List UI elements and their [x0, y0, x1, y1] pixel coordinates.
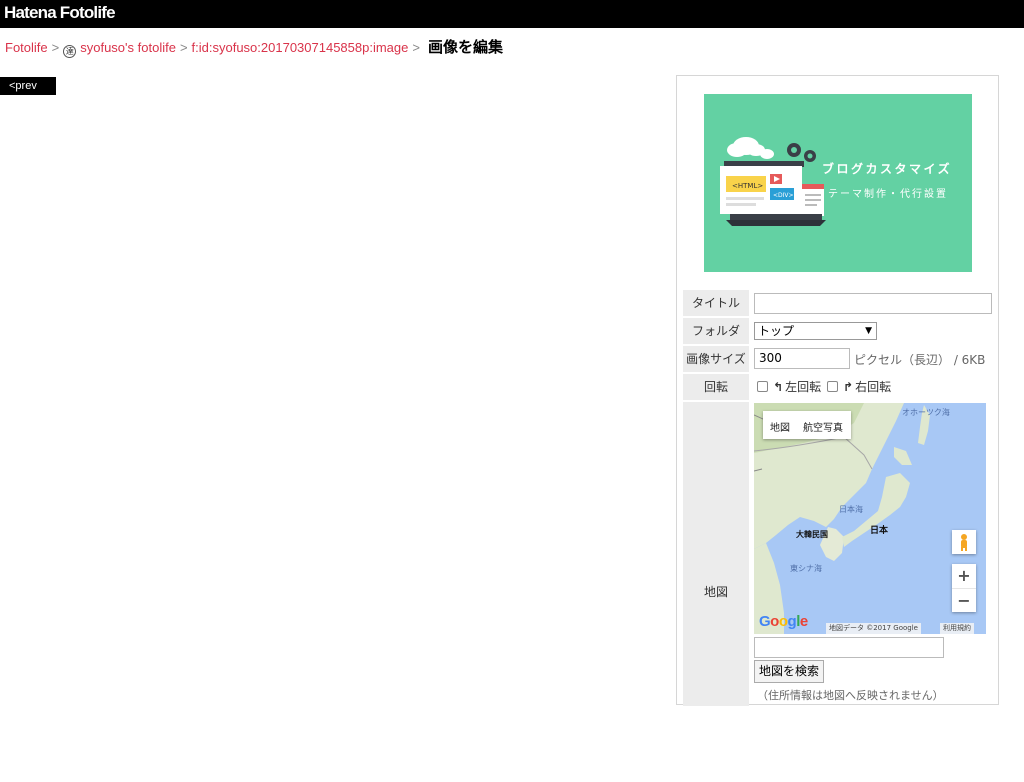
rotate-right-option[interactable]: ↱ 右回転 — [827, 378, 891, 395]
map-label-japan: 日本 — [870, 526, 889, 536]
breadcrumb: Fotolife > 達 syofuso's fotolife > f:id:syofus… — [5, 38, 503, 58]
folder-label: フォルダ — [683, 318, 749, 344]
dropdown-arrow-icon: ▼ — [865, 326, 872, 336]
rotate-left-label: 左回転 — [785, 380, 822, 394]
breadcrumb-fotolife-link[interactable]: Fotolife — [5, 40, 48, 55]
breadcrumb-user-link[interactable]: syofuso's fotolife — [80, 40, 176, 55]
breadcrumb-separator: > — [412, 40, 420, 55]
map-label-japan-sea: 日本海 — [839, 505, 863, 514]
breadcrumb-separator: > — [51, 40, 60, 55]
top-bar: Hatena Fotolife — [0, 0, 1024, 28]
folder-select[interactable]: トップ ▼ — [754, 322, 877, 340]
map-type-toggle[interactable]: 地図 航空写真 — [763, 411, 851, 439]
title-label: タイトル — [683, 290, 749, 316]
map-note-text: （住所情報は地図へ反映されません） — [757, 689, 944, 702]
map-view[interactable]: 地図 航空写真 オホーツク海 日本海 大韓民国 日本 東シナ海 + − Goog… — [754, 403, 986, 634]
map-label-east-china-sea: 東シナ海 — [790, 564, 822, 573]
rotate-right-checkbox[interactable] — [827, 381, 838, 392]
user-avatar-icon: 達 — [63, 45, 77, 58]
thumbnail-illustration: <HTML> <DIV> — [720, 137, 826, 226]
map-label: 地図 — [683, 402, 749, 706]
zoom-control: + − — [952, 564, 976, 612]
rotate-right-icon: ↱ — [843, 380, 854, 394]
rotate-left-icon: ↰ — [773, 380, 784, 394]
map-attribution: 地図データ ©2017 Google — [826, 623, 921, 634]
thumbnail-subtitle: テーマ制作・代行設置 — [828, 189, 948, 200]
folder-select-value: トップ — [758, 324, 795, 338]
rotate-left-checkbox[interactable] — [757, 381, 768, 392]
rotate-label: 回転 — [683, 374, 749, 400]
street-view-pegman-icon[interactable] — [952, 530, 976, 554]
map-search-input[interactable] — [754, 637, 944, 658]
breadcrumb-image-link[interactable]: f:id:syofuso:20170307145858p:image — [192, 40, 409, 55]
edit-panel: <HTML> <DIV> ブログカスタマイズ テーマ制作・代行設置 タイトル フ… — [676, 75, 999, 706]
page-title: 画像を編集 — [427, 39, 503, 56]
map-tab[interactable]: 地図 — [770, 419, 790, 434]
map-label-okhotsk: オホーツク海 — [902, 408, 950, 417]
thumbnail-title: ブログカスタマイズ — [822, 162, 953, 176]
html-tag-text: <HTML> — [732, 182, 763, 190]
rotate-left-option[interactable]: ↰ 左回転 — [757, 378, 821, 395]
satellite-tab[interactable]: 航空写真 — [803, 419, 843, 434]
prev-button[interactable]: <prev — [0, 77, 56, 95]
title-input[interactable] — [754, 293, 992, 314]
size-label: 画像サイズ — [683, 346, 749, 372]
google-logo: Google — [759, 613, 808, 630]
terms-link[interactable]: 利用規約 — [940, 623, 974, 634]
zoom-out-button[interactable]: − — [952, 588, 976, 612]
zoom-in-button[interactable]: + — [952, 564, 976, 588]
map-label-korea: 大韓民国 — [796, 530, 828, 539]
rotate-right-label: 右回転 — [855, 380, 892, 394]
hatena-fotolife-logo[interactable]: Hatena Fotolife — [4, 3, 116, 23]
image-thumbnail: <HTML> <DIV> ブログカスタマイズ テーマ制作・代行設置 — [704, 94, 972, 272]
breadcrumb-separator: > — [179, 40, 188, 55]
size-unit-text: ピクセル（長辺） / 6KB — [854, 353, 986, 367]
div-tag-text: <DIV> — [773, 192, 794, 199]
image-size-input[interactable]: 300 — [754, 348, 850, 369]
map-search-button[interactable]: 地図を検索 — [754, 660, 825, 683]
